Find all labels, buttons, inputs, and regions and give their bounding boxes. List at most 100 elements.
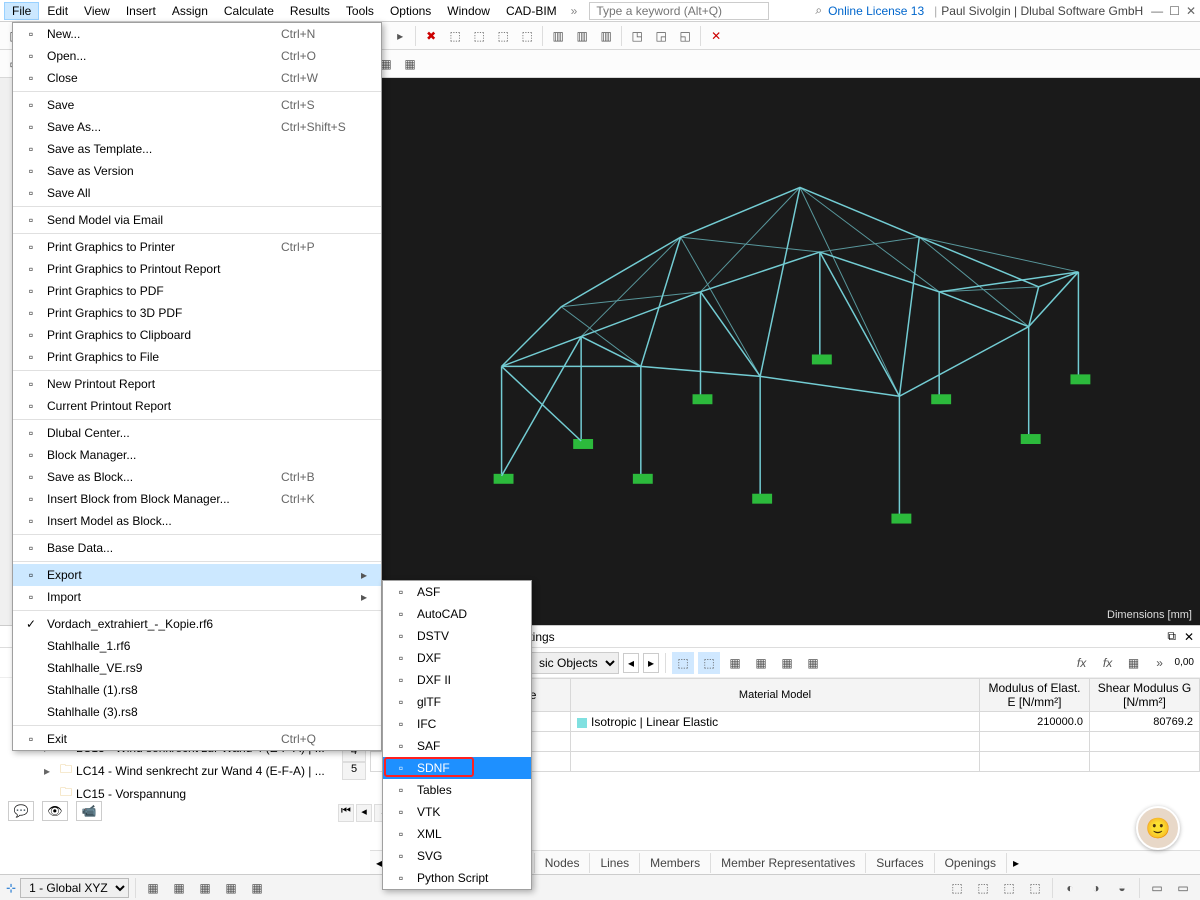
tab[interactable]: Surfaces [866, 853, 934, 873]
fx-icon[interactable]: fx [1097, 652, 1119, 674]
status-icon[interactable]: ▦ [168, 877, 190, 899]
submenu-item[interactable]: ▫IFC [383, 713, 531, 735]
submenu-item[interactable]: ▫SAF [383, 735, 531, 757]
menu-item[interactable]: ▫Print Graphics to Clipboard [13, 324, 381, 346]
menu-item[interactable]: ▫New...Ctrl+N [13, 23, 381, 45]
menu-item[interactable]: ▫Print Graphics to PrinterCtrl+P [13, 236, 381, 258]
menu-window[interactable]: Window [439, 2, 498, 20]
menu-item[interactable]: ▫Current Printout Report [13, 395, 381, 417]
menu-item[interactable]: ▫New Printout Report [13, 373, 381, 395]
status-icon[interactable]: ▦ [194, 877, 216, 899]
menu-item[interactable]: ▫Block Manager... [13, 444, 381, 466]
menu-item[interactable]: ▫Print Graphics to 3D PDF [13, 302, 381, 324]
menu-item[interactable]: ▫CloseCtrl+W [13, 67, 381, 89]
menu-item[interactable]: ▫SaveCtrl+S [13, 94, 381, 116]
col-header[interactable]: Material Model [571, 679, 980, 712]
eye-icon[interactable]: 👁 [42, 801, 68, 821]
tool-icon[interactable]: ⬚ [516, 25, 538, 47]
tab[interactable]: Member Representatives [711, 853, 866, 873]
submenu-item[interactable]: ▫SVG [383, 845, 531, 867]
status-icon[interactable]: ▦ [246, 877, 268, 899]
tool-icon[interactable]: ◱ [674, 25, 696, 47]
status-icon[interactable]: ⬚ [998, 877, 1020, 899]
status-icon[interactable]: ⬚ [946, 877, 968, 899]
menu-item[interactable]: ▫Send Model via Email [13, 209, 381, 231]
menu-item[interactable]: ▫Print Graphics to File [13, 346, 381, 368]
menu-item[interactable]: ▫Open...Ctrl+O [13, 45, 381, 67]
menu-item[interactable]: ▫Print Graphics to Printout Report [13, 258, 381, 280]
col-header[interactable]: Shear Modulus G [N/mm²] [1090, 679, 1200, 712]
menu-item[interactable]: ▫Dlubal Center... [13, 422, 381, 444]
submenu-item[interactable]: ▫DSTV [383, 625, 531, 647]
status-icon[interactable]: ⬚ [972, 877, 994, 899]
tool-icon[interactable]: ▦ [724, 652, 746, 674]
status-icon[interactable]: ▦ [220, 877, 242, 899]
pager-prev-icon[interactable]: ◂ [356, 804, 372, 822]
tool-icon[interactable]: ✖ [420, 25, 442, 47]
tab[interactable]: Lines [590, 853, 640, 873]
menu-item[interactable]: ▫Base Data... [13, 537, 381, 559]
pager-first-icon[interactable]: ⏮ [338, 804, 354, 822]
submenu-item[interactable]: ▫DXF II [383, 669, 531, 691]
menu-item[interactable]: ▫Insert Block from Block Manager...Ctrl+… [13, 488, 381, 510]
model-viewport[interactable]: Dimensions [mm] [380, 78, 1200, 625]
submenu-item[interactable]: ▫glTF [383, 691, 531, 713]
tool-icon[interactable]: ✕ [705, 25, 727, 47]
menu-tools[interactable]: Tools [338, 2, 382, 20]
status-icon[interactable]: ◒ [1111, 877, 1133, 899]
menu-item[interactable]: Stahlhalle (1).rs8 [13, 679, 381, 701]
status-icon[interactable]: ▭ [1172, 877, 1194, 899]
coord-system-select[interactable]: 1 - Global XYZ [20, 878, 129, 898]
menu-item[interactable]: ✓Vordach_extrahiert_-_Kopie.rf6 [13, 613, 381, 635]
status-icon[interactable]: ◑ [1085, 877, 1107, 899]
panel-popout-icon[interactable]: ⧉ [1167, 629, 1176, 644]
status-icon[interactable]: ▦ [142, 877, 164, 899]
menu-view[interactable]: View [76, 2, 118, 20]
objects-dropdown[interactable]: sic Objects [530, 652, 619, 674]
panel-close-icon[interactable]: ✕ [1184, 630, 1194, 644]
menu-item[interactable]: ▫Save All [13, 182, 381, 204]
maximize-icon[interactable]: ☐ [1169, 4, 1180, 18]
menu-options[interactable]: Options [382, 2, 439, 20]
tab-scroll-right-icon[interactable]: ▸ [1007, 856, 1025, 870]
col-header[interactable]: Modulus of Elast. E [N/mm²] [980, 679, 1090, 712]
tree-item[interactable]: ▸🗀LC14 - Wind senkrecht zur Wand 4 (E-F-… [14, 759, 334, 782]
menu-item[interactable]: Stahlhalle (3).rs8 [13, 701, 381, 723]
comment-icon[interactable]: 💬 [8, 801, 34, 821]
next-icon[interactable]: ▸ [389, 25, 411, 47]
tab[interactable]: Members [640, 853, 711, 873]
menu-cadbim[interactable]: CAD-BIM [498, 2, 565, 20]
tool-icon[interactable]: ▥ [547, 25, 569, 47]
tool-icon[interactable]: ◳ [626, 25, 648, 47]
menu-item[interactable]: ▫Save as Template... [13, 138, 381, 160]
tool-icon[interactable]: ⬚ [698, 652, 720, 674]
status-icon[interactable]: ▭ [1146, 877, 1168, 899]
next-icon[interactable]: ▸ [643, 653, 659, 673]
axis-icon[interactable]: ⊹ [6, 881, 16, 895]
submenu-item[interactable]: ▫Python Script [383, 867, 531, 889]
menu-item[interactable]: ▫Insert Model as Block... [13, 510, 381, 532]
status-icon[interactable]: ◐ [1059, 877, 1081, 899]
assistant-avatar[interactable]: 🙂 [1136, 806, 1180, 850]
tool-icon[interactable]: ▥ [571, 25, 593, 47]
tool-icon[interactable]: ⬚ [672, 652, 694, 674]
status-icon[interactable]: ⬚ [1024, 877, 1046, 899]
keyword-search-input[interactable] [589, 2, 769, 20]
menu-insert[interactable]: Insert [118, 2, 164, 20]
tool-icon[interactable]: ▦ [802, 652, 824, 674]
submenu-item[interactable]: ▫SDNF [383, 757, 531, 779]
menu-assign[interactable]: Assign [164, 2, 216, 20]
tab[interactable]: Openings [935, 853, 1007, 873]
tool-icon[interactable]: ▦ [399, 53, 421, 75]
close-icon[interactable]: ✕ [1186, 4, 1196, 18]
arrow-right-icon[interactable]: » [1149, 652, 1171, 674]
menu-results[interactable]: Results [282, 2, 338, 20]
menu-item[interactable]: ▫Import▸ [13, 586, 381, 608]
submenu-item[interactable]: ▫AutoCAD [383, 603, 531, 625]
menu-item[interactable]: Stahlhalle_VE.rs9 [13, 657, 381, 679]
search-icon[interactable]: ⌕ [815, 3, 822, 18]
menu-calculate[interactable]: Calculate [216, 2, 282, 20]
menu-item[interactable]: ▫Save as Block...Ctrl+B [13, 466, 381, 488]
menu-item[interactable]: ▫Save as Version [13, 160, 381, 182]
prev-icon[interactable]: ◂ [623, 653, 639, 673]
